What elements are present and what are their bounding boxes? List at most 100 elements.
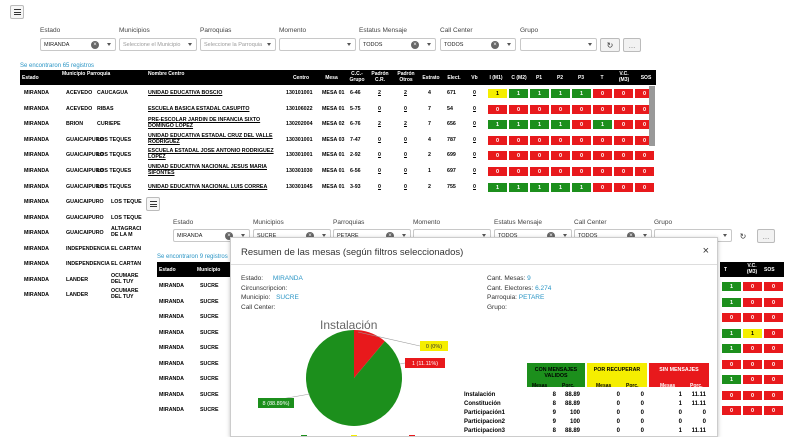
status-cell: 0: [721, 312, 742, 323]
summary-subheader: Porc.: [562, 383, 575, 389]
summary-cell: 9: [552, 410, 556, 416]
summary-modal: Resumen de las mesas (según filtros sele…: [230, 237, 718, 437]
status-cell: 0: [613, 166, 634, 177]
summary-cell: 0: [640, 392, 644, 398]
centro-link[interactable]: UNIDAD EDUCATIVA BOSCIO: [148, 90, 276, 96]
status-cell: 0: [592, 166, 613, 177]
centro-link[interactable]: ESCUELA BASICA ESTADAL CASUPITO: [148, 106, 276, 112]
chevron-down-icon: [507, 43, 511, 46]
status-cell: 1: [571, 181, 592, 193]
table-row[interactable]: MIRANDA ACEVEDO RIBAS ESCUELA BASICA ESTADA…: [20, 102, 656, 117]
table-row[interactable]: MIRANDA BRION CURIEPE PRE-ESCOLAR JARDIN DE…: [20, 117, 656, 132]
status-cell: 0: [763, 374, 784, 385]
table-row[interactable]: MIRANDA LANDER OCUMARE DEL TUY: [20, 273, 150, 288]
status-cell: 0: [550, 150, 571, 162]
overlay-filter-label: Momento: [413, 219, 441, 226]
filter-select-2[interactable]: Seleccione la Parroquia: [200, 38, 276, 51]
filter-select-0[interactable]: MIRANDA ×: [40, 38, 116, 51]
status-cell: 0: [529, 134, 550, 146]
summary-row-label: Participacion2: [464, 419, 506, 425]
column-header: P2: [556, 75, 564, 81]
column-header: Centro: [292, 75, 310, 81]
filter-select-3[interactable]: [279, 38, 356, 51]
status-cell: 0: [634, 150, 655, 162]
clear-icon[interactable]: ×: [491, 41, 499, 49]
clear-icon[interactable]: ×: [411, 41, 419, 49]
table-row[interactable]: MIRANDA SUCRE: [157, 388, 237, 403]
filter-select-5[interactable]: TODOS ×: [440, 38, 516, 51]
centro-link[interactable]: UNIDAD EDUCATIVA NACIONAL JESUS MARIA SI…: [148, 164, 276, 176]
table-row[interactable]: MIRANDA GUAICAIPURO LOS TEQUES UNIDAD EDUCA…: [20, 180, 656, 195]
chevron-down-icon: [723, 234, 727, 237]
summary-cell: 100: [569, 410, 580, 416]
column-header: Municipio: [62, 71, 86, 77]
status-cell: 0: [571, 103, 592, 115]
overlay-refresh-button[interactable]: ↻: [736, 229, 750, 243]
centro-link[interactable]: PRE-ESCOLAR JARDIN DE INFANCIA SIXTO DOM…: [148, 117, 276, 129]
column-header: Estrato: [422, 75, 440, 81]
status-cell: 0: [721, 358, 742, 370]
status-cell: 1: [508, 88, 529, 99]
table-row[interactable]: MIRANDA ACEVEDO CAUCAGUA UNIDAD EDUCATIVA B…: [20, 86, 656, 101]
table-row[interactable]: MIRANDA SUCRE: [157, 372, 237, 387]
status-cell: 0: [529, 103, 550, 115]
filter-select-4[interactable]: TODOS ×: [359, 38, 436, 51]
status-cell: 0: [721, 389, 742, 401]
status-cell: 0: [508, 150, 529, 162]
column-header: Elect.: [447, 75, 461, 81]
table-row[interactable]: MIRANDA SUCRE: [157, 295, 237, 310]
table-row[interactable]: MIRANDA INDEPENDENCIA EL CARTAN: [20, 257, 150, 272]
table-row[interactable]: MIRANDA SUCRE: [157, 326, 237, 341]
centro-link[interactable]: UNIDAD EDUCATIVA NACIONAL LUIS CORREA: [148, 184, 276, 190]
status-cell: 0: [550, 103, 571, 115]
overlay-more-button[interactable]: ...: [757, 229, 775, 243]
centro-link[interactable]: UNIDAD EDUCATIVA ESTADAL CRUZ DEL VALLE …: [148, 133, 276, 145]
centro-link[interactable]: ESCUELA ESTADAL JOSE ANTONIO RODRIGUEZ L…: [148, 148, 276, 160]
table-row[interactable]: MIRANDA SUCRE: [157, 279, 237, 294]
status-cell: 1: [721, 296, 742, 308]
status-cell: 1: [487, 181, 508, 193]
table-row[interactable]: MIRANDA LANDER OCUMARE DEL TUY: [20, 288, 150, 303]
status-cell: 0: [487, 166, 508, 177]
table-row[interactable]: MIRANDA SUCRE: [157, 403, 237, 418]
status-cell: 0: [571, 134, 592, 146]
summary-subheader: Porc.: [690, 383, 703, 389]
table-row[interactable]: MIRANDA SUCRE: [157, 357, 237, 372]
table-row[interactable]: MIRANDA GUAICAIPURO LOS TEQUES UNIDAD EDUCA…: [20, 164, 656, 179]
column-header: C.C.-Grupo: [349, 71, 365, 83]
table-row[interactable]: MIRANDA GUAICAIPURO LOS TEQUES UNIDAD EDUCA…: [20, 133, 656, 148]
filter-select-6[interactable]: [520, 38, 597, 51]
table-scrollbar[interactable]: [649, 86, 655, 146]
filter-label: Call Center: [440, 27, 473, 34]
table-row[interactable]: MIRANDA SUCRE: [157, 310, 237, 325]
table-row[interactable]: MIRANDA INDEPENDENCIA EL CARTAN: [20, 242, 150, 257]
status-cell: 0: [634, 181, 655, 193]
status-cell: 1: [721, 281, 742, 292]
more-button[interactable]: ...: [623, 38, 641, 52]
table-row[interactable]: MIRANDA GUAICAIPURO LOS TEQUES ESCUELA ESTA…: [20, 148, 656, 163]
clear-icon[interactable]: ×: [91, 41, 99, 49]
status-cell: 0: [613, 134, 634, 146]
status-cell: 0: [550, 134, 571, 146]
column-header: SOS: [640, 75, 652, 81]
table-row[interactable]: MIRANDA GUAICAIPURO LOS TEQUE: [20, 195, 150, 210]
status-cell: 1: [508, 119, 529, 131]
filter-label: Municipios: [119, 27, 150, 34]
table-row[interactable]: MIRANDA GUAICAIPURO LOS TEQUE: [20, 211, 150, 226]
table-row[interactable]: MIRANDA GUAICAIPURO ALTAGRACI DE LA M: [20, 226, 150, 241]
table-row[interactable]: MIRANDA SUCRE: [157, 341, 237, 356]
refresh-button[interactable]: ↻: [600, 38, 620, 52]
overlay-menu-icon[interactable]: [146, 197, 160, 211]
status-cell: 0: [592, 134, 613, 146]
status-cell: 0: [763, 327, 784, 339]
column-header: T: [600, 75, 604, 81]
menu-icon[interactable]: [10, 5, 24, 19]
status-cell: 0: [592, 103, 613, 115]
summary-cell: 0: [616, 401, 620, 407]
filter-select-1[interactable]: Seleccione el Municipio: [119, 38, 197, 51]
column-header: Padrón C.R.: [371, 71, 389, 83]
summary-cell: 8: [552, 392, 556, 398]
overlay-records-count: Se encontraron 9 registros: [157, 254, 228, 260]
overlay-filter-label: Call Center: [574, 219, 607, 226]
status-cell: 0: [763, 281, 784, 292]
